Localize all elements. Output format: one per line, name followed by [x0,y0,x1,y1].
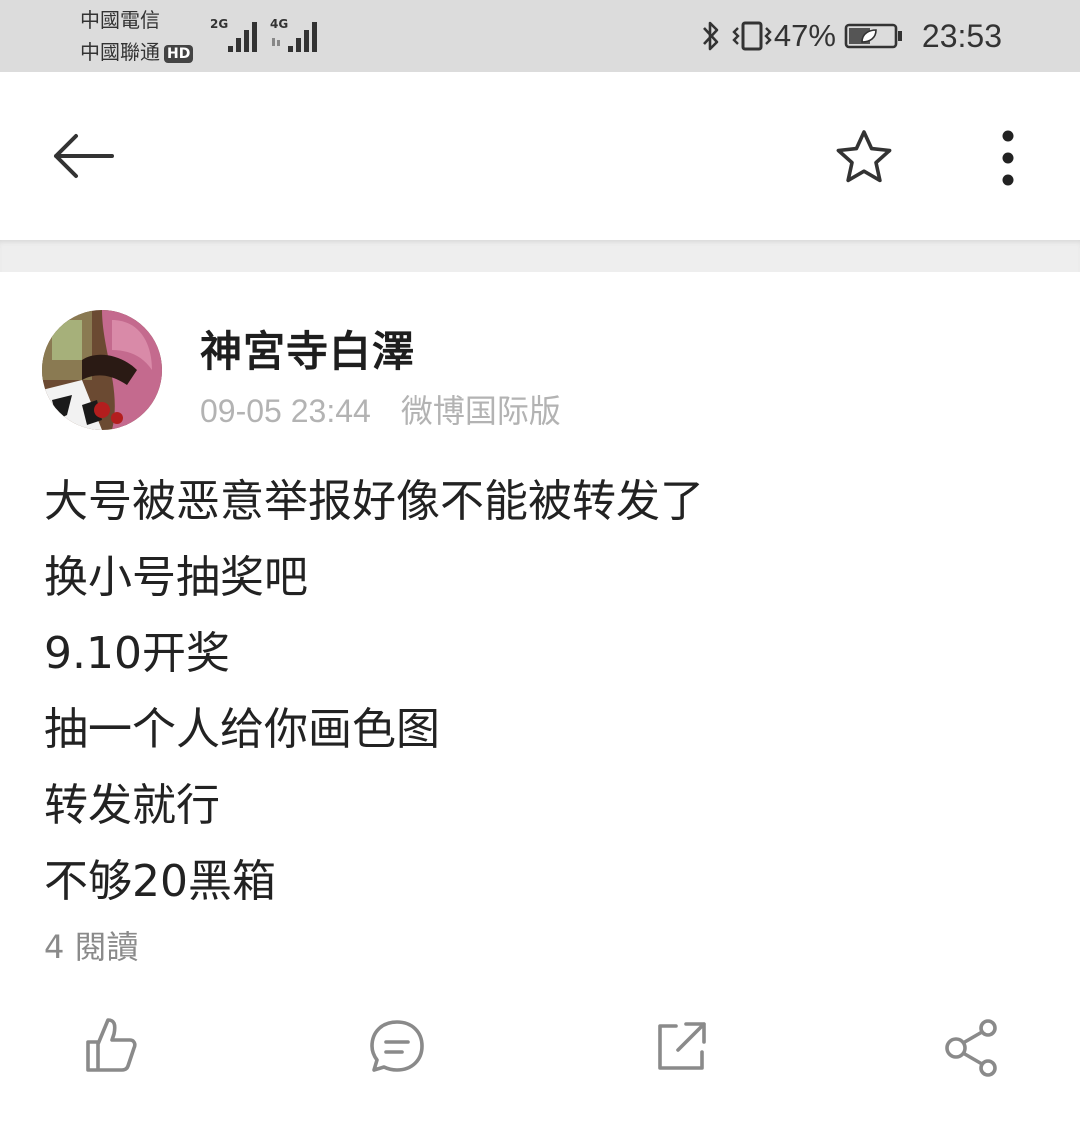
hd-badge: HD [164,44,194,63]
post-content: 大号被恶意举报好像不能被转发了 换小号抽奖吧 9.10开奖 抽一个人给你画色图 … [44,464,1034,920]
carrier-2: 中國聯通 HD [80,40,194,64]
back-button[interactable] [48,128,120,184]
post-text-line: 转发就行 [44,780,220,831]
carrier-1: 中國電信 [80,8,160,32]
comment-button[interactable] [362,1012,432,1082]
read-count: 4 閱讀 [44,928,139,966]
vibrate-icon [732,21,772,51]
status-bar: 中國電信 中國聯通 HD 2G 4G 47% 23:53 [0,0,1080,72]
repost-icon [658,1022,706,1070]
avatar-image [42,310,162,430]
comment-icon [370,1020,424,1072]
back-arrow-icon [54,134,114,178]
carrier-2-label: 中國聯通 [80,40,160,64]
status-right: 47% 23:53 [698,16,1002,56]
more-options-button[interactable] [990,128,1026,188]
bluetooth-icon [702,21,719,51]
like-button[interactable] [76,1012,146,1082]
like-icon [86,1018,137,1072]
share-button[interactable] [936,1012,1006,1082]
signal-1-tag: 2G [210,17,229,31]
share-icon [945,1019,997,1077]
avatar[interactable] [42,310,162,430]
signal-1: 2G [210,18,266,56]
post-text-line: 9.10开奖 [44,628,230,679]
username[interactable]: 神宮寺白澤 [200,318,415,379]
post-text-line: 抽一个人给你画色图 [44,704,440,755]
post-source: 微博国际版 [400,393,561,429]
post-text-line: 换小号抽奖吧 [44,552,308,603]
clock: 23:53 [921,17,1002,54]
signal-2: 4G [270,18,326,56]
post-text-line: 不够20黑箱 [44,856,276,907]
post-meta: 09-05 23:44 微博国际版 [200,386,561,432]
post-text-line: 大号被恶意举报好像不能被转发了 [44,476,704,527]
section-divider [0,240,1080,272]
battery-icon [844,23,902,49]
battery-percent: 47% [773,18,836,53]
favorite-button[interactable] [834,128,894,186]
signal-2-tag: 4G [270,17,289,31]
top-nav-bar [0,72,1080,240]
post-timestamp: 09-05 23:44 [200,393,371,429]
repost-button[interactable] [646,1012,716,1082]
more-vertical-icon [1002,130,1014,186]
star-icon [836,130,892,183]
